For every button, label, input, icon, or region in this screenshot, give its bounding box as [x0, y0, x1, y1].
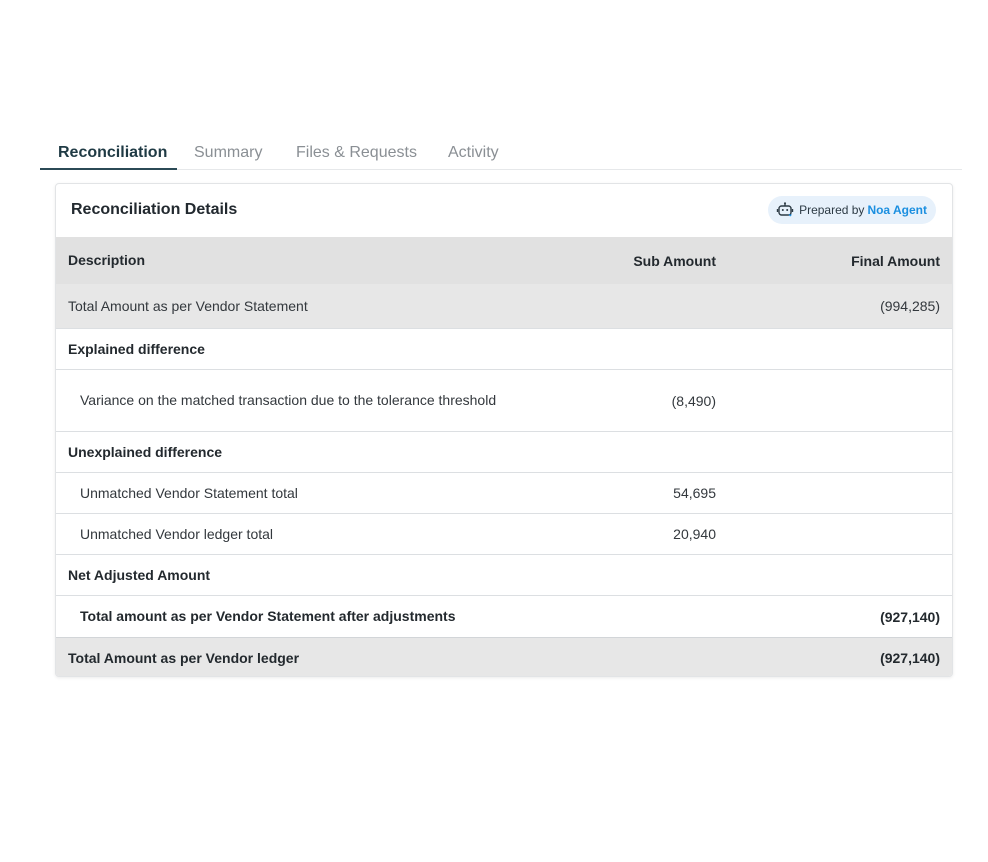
table-row: Net Adjusted Amount — [56, 555, 952, 596]
header-final-amount: Final Amount — [851, 252, 940, 269]
robot-icon — [776, 202, 794, 217]
table-row: Variance on the matched transaction due … — [56, 370, 952, 432]
row-sub-amount: (8,490) — [671, 392, 716, 409]
prepared-by-badge: Prepared by Noa Agent — [768, 196, 936, 224]
row-description: Variance on the matched transaction due … — [80, 392, 497, 408]
header-sub-amount: Sub Amount — [633, 252, 716, 269]
row-sub-amount: 20,940 — [673, 526, 716, 542]
row-final-amount: (927,140) — [880, 650, 940, 666]
row-sub-amount: 54,695 — [673, 485, 716, 501]
row-final-amount: (927,140) — [880, 608, 940, 625]
table-row: Unexplained difference — [56, 432, 952, 473]
section-heading: Unexplained difference — [68, 443, 223, 460]
reconciliation-table: Description Sub Amount Final Amount Tota… — [56, 237, 952, 676]
tab-bar: Reconciliation Summary Files & Requests … — [40, 132, 962, 170]
tab-files-requests[interactable]: Files & Requests — [296, 132, 417, 170]
reconciliation-details-card: Reconciliation Details Prepared by Noa A… — [55, 183, 953, 677]
table-row: Unmatched Vendor Statement total 54,695 — [56, 473, 952, 514]
table-total-row: Total Amount as per Vendor ledger (927,1… — [56, 637, 952, 676]
section-heading: Net Adjusted Amount — [68, 566, 211, 583]
card-title: Reconciliation Details — [71, 201, 238, 218]
table-row: Total Amount as per Vendor Statement (99… — [56, 284, 952, 329]
table-row: Explained difference — [56, 329, 952, 370]
row-description: Total amount as per Vendor Statement aft… — [80, 608, 456, 624]
table-row: Total amount as per Vendor Statement aft… — [56, 596, 952, 637]
table-row: Unmatched Vendor ledger total 20,940 — [56, 514, 952, 555]
row-description: Unmatched Vendor ledger total — [80, 525, 274, 542]
badge-agent-name: Noa Agent — [867, 203, 927, 217]
row-description: Total Amount as per Vendor Statement — [68, 297, 308, 314]
row-final-amount: (994,285) — [880, 298, 940, 314]
tab-activity[interactable]: Activity — [448, 132, 499, 170]
row-description: Total Amount as per Vendor ledger — [68, 649, 300, 666]
active-tab-indicator — [40, 168, 177, 170]
tab-summary[interactable]: Summary — [194, 132, 262, 170]
badge-prefix: Prepared by — [799, 203, 865, 217]
section-heading: Explained difference — [68, 340, 205, 357]
tab-reconciliation[interactable]: Reconciliation — [58, 132, 167, 170]
card-header: Reconciliation Details Prepared by Noa A… — [56, 184, 952, 237]
header-description: Description — [68, 252, 146, 268]
row-description: Unmatched Vendor Statement total — [80, 484, 298, 501]
table-header-row: Description Sub Amount Final Amount — [56, 237, 952, 284]
